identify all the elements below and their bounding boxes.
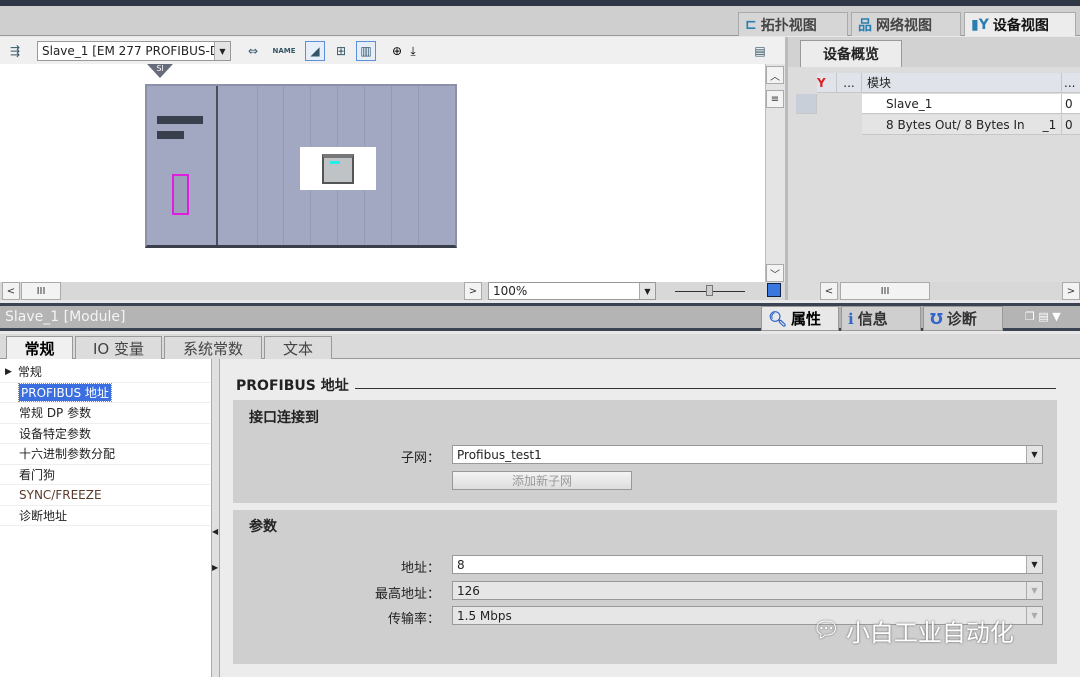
nav-item-watchdog[interactable]: 看门狗	[0, 465, 210, 485]
highest-address-select[interactable]: 126 ▼	[452, 581, 1043, 600]
window-controls-icon[interactable]: ❐ ▤ ▼	[1025, 310, 1061, 323]
slot-cell: 0	[1062, 115, 1080, 135]
nav-item-general[interactable]: ▶ 常规	[0, 362, 210, 383]
device-icon: ▮Y	[971, 16, 989, 33]
column-header[interactable]: ...	[837, 73, 862, 93]
column-header-module[interactable]: 模块	[862, 73, 1062, 93]
nav-item-profibus-address[interactable]: PROFIBUS 地址	[0, 382, 210, 403]
subnet-label: 子网：	[400, 451, 440, 466]
overview-horizontal-scrollbar[interactable]: < III >	[820, 282, 1080, 300]
chevron-down-icon: ▼	[1026, 582, 1042, 599]
canvas-vertical-scrollbar[interactable]: ︿ ≡ ﹀	[765, 64, 785, 282]
scroll-left-icon[interactable]: <	[2, 282, 20, 300]
chevron-down-icon: ▼	[1026, 556, 1042, 573]
scroll-right-icon[interactable]: >	[1062, 282, 1080, 300]
chevron-down-icon: ▼	[1026, 607, 1042, 624]
add-subnet-button[interactable]: 添加新子网	[452, 471, 632, 490]
download-icon[interactable]: ⤓	[403, 41, 423, 61]
tab-topology-view[interactable]: ⊏ 拓扑视图	[738, 12, 848, 36]
slot-cell: 0	[1062, 94, 1080, 114]
device-overview-panel: 设备概览 Y ... 模块 ... Slave_1 0 8 Bytes Out/…	[785, 37, 1080, 300]
zoom-value: 100%	[493, 284, 528, 298]
module-label-bar	[157, 116, 203, 124]
scroll-up-icon[interactable]: ︿	[766, 66, 784, 84]
expand-arrow-icon: ▶	[212, 563, 219, 572]
interface-heading: 接口连接到	[249, 410, 319, 426]
chevron-down-icon: ▼	[214, 42, 230, 60]
canvas-horizontal-scrollbar[interactable]: < III > 100% ▼	[0, 282, 785, 300]
network-icon: 品	[858, 17, 872, 34]
table-row[interactable]: 8 Bytes Out/ 8 Bytes In _1	[862, 115, 1062, 135]
rack[interactable]	[145, 84, 457, 248]
overview-panel-icon[interactable]: ▤	[750, 41, 770, 61]
navigator-icon[interactable]	[767, 283, 781, 297]
section-title: PROFIBUS 地址	[236, 378, 349, 394]
nav-item-diagnostic-address[interactable]: 诊断地址	[0, 506, 210, 526]
tab-label: 设备视图	[992, 17, 1049, 34]
nav-item-device-params[interactable]: 设备特定参数	[0, 424, 210, 444]
zoom-select[interactable]: 100% ▼	[488, 282, 656, 300]
divider	[355, 388, 1056, 389]
em277-module-icon[interactable]	[300, 147, 376, 190]
zoom-slider-handle[interactable]	[706, 285, 713, 296]
nav-item-sync-freeze[interactable]: SYNC/FREEZE	[0, 485, 210, 506]
device-select-value: Slave_1 [EM 277 PROFIBUS-DP]	[42, 44, 231, 58]
scroll-thumb[interactable]: III	[840, 282, 930, 300]
inspector-title: Slave_1 [Module]	[5, 309, 126, 325]
tab-info[interactable]: ℹ 信息	[841, 306, 921, 331]
highest-address-label: 最高地址：	[374, 587, 440, 602]
network-overview-icon[interactable]: ⇶	[5, 41, 25, 61]
diagnostics-icon: ℧	[930, 309, 943, 328]
scroll-left-icon[interactable]: <	[820, 282, 838, 300]
scroll-thumb[interactable]: ≡	[766, 90, 784, 108]
expand-arrow-icon: ▶	[5, 366, 12, 377]
tab-label: 网络视图	[876, 17, 932, 34]
address-label: 地址：	[400, 561, 440, 576]
address-select[interactable]: 8 ▼	[452, 555, 1043, 574]
tab-system-constants[interactable]: 系统常数	[164, 336, 262, 359]
tab-io-tags[interactable]: IO 变量	[75, 336, 162, 359]
tab-device-overview[interactable]: 设备概览	[800, 40, 902, 67]
table-row[interactable]: Slave_1	[862, 94, 1062, 114]
scroll-thumb[interactable]: III	[21, 282, 61, 300]
slot-width-icon[interactable]: ⇔	[243, 41, 263, 61]
nav-item-hex-params[interactable]: 十六进制参数分配	[0, 444, 210, 465]
view-mode-icon[interactable]: ◢	[305, 41, 325, 61]
tab-network-view[interactable]: 品网络视图	[851, 12, 961, 36]
nav-item-dp-params[interactable]: 常规 DP 参数	[0, 403, 210, 424]
property-nav: ▶ 常规 PROFIBUS 地址 常规 DP 参数 设备特定参数 十六进制参数分配…	[0, 359, 212, 677]
subnet-select[interactable]: Profibus_test1 ▼	[452, 445, 1043, 464]
chevron-down-icon: ▼	[1026, 446, 1042, 463]
collapse-arrow-icon: ◀	[212, 527, 219, 536]
info-icon: ℹ	[848, 309, 854, 328]
tab-device-view[interactable]: ▮Y 设备视图	[964, 12, 1076, 36]
table-toggle-icon[interactable]: ▥	[356, 41, 376, 61]
scroll-right-icon[interactable]: >	[464, 282, 482, 300]
tab-general[interactable]: 常规	[6, 336, 73, 360]
params-heading: 参数	[249, 519, 277, 535]
grid-icon[interactable]: ⊞	[331, 41, 351, 61]
module-label-bar	[157, 131, 184, 139]
tab-label: 拓扑视图	[760, 17, 817, 34]
profibus-port-icon[interactable]	[172, 174, 189, 215]
baud-rate-label: 传输率：	[387, 612, 440, 627]
wechat-icon: 💬︎	[812, 618, 840, 643]
watermark: 💬︎ 小白工业自动化	[812, 618, 1014, 647]
nav-splitter[interactable]: ◀ ▶	[212, 359, 220, 677]
properties-icon: 🔍︎	[768, 309, 788, 328]
scroll-down-icon[interactable]: ﹀	[766, 264, 784, 282]
chevron-down-icon: ▼	[639, 283, 655, 299]
device-select[interactable]: Slave_1 [EM 277 PROFIBUS-DP] ▼	[37, 41, 231, 61]
tab-texts[interactable]: 文本	[264, 336, 332, 359]
show-name-icon[interactable]: NAME	[272, 41, 295, 61]
tab-diagnostics[interactable]: ℧ 诊断	[923, 306, 1003, 331]
topology-icon: ⊏	[745, 16, 757, 33]
status-icon: Y	[817, 73, 837, 93]
tab-properties[interactable]: 🔍︎ 属性	[761, 306, 839, 331]
column-header[interactable]: ...	[1062, 73, 1080, 93]
row-header	[796, 94, 817, 114]
